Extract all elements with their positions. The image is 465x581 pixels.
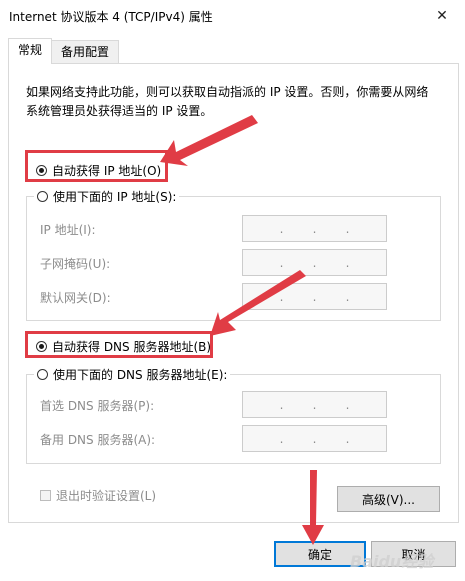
- title-bar: Internet 协议版本 4 (TCP/IPv4) 属性 ✕: [0, 0, 465, 32]
- radio-indicator: [37, 190, 48, 202]
- subnet-mask-label: 子网掩码(U):: [40, 257, 111, 271]
- preferred-dns-label: 首选 DNS 服务器(P):: [40, 399, 155, 413]
- manual-dns-radio[interactable]: 使用下面的 DNS 服务器地址(E):: [34, 364, 231, 384]
- watermark: Baidu经验: [350, 552, 434, 571]
- manual-ip-label: 使用下面的 IP 地址(S):: [53, 189, 177, 204]
- alternate-dns-label: 备用 DNS 服务器(A):: [40, 433, 156, 447]
- close-button[interactable]: ✕: [419, 0, 465, 32]
- manual-ip-radio[interactable]: 使用下面的 IP 地址(S):: [34, 186, 180, 206]
- highlight-auto-dns: [25, 331, 213, 358]
- radio-indicator: [37, 368, 48, 380]
- manual-dns-label: 使用下面的 DNS 服务器地址(E):: [53, 367, 228, 382]
- window-title: Internet 协议版本 4 (TCP/IPv4) 属性: [9, 10, 213, 24]
- advanced-button[interactable]: 高级(V)...: [337, 486, 440, 512]
- preferred-dns-field[interactable]: ...: [242, 391, 387, 418]
- ip-address-field[interactable]: ...: [242, 215, 387, 242]
- default-gateway-label: 默认网关(D):: [40, 291, 111, 305]
- default-gateway-field[interactable]: ...: [242, 283, 387, 310]
- validate-on-exit-checkbox[interactable]: 退出时验证设置(L): [40, 487, 156, 504]
- validate-on-exit-label: 退出时验证设置(L): [56, 489, 157, 503]
- subnet-mask-field[interactable]: ...: [242, 249, 387, 276]
- tab-alternate-configuration[interactable]: 备用配置: [51, 40, 119, 63]
- tab-general[interactable]: 常规: [8, 38, 52, 64]
- highlight-auto-ip: [25, 150, 168, 182]
- checkbox-indicator: [40, 490, 51, 501]
- ip-address-label: IP 地址(I):: [40, 223, 96, 237]
- alternate-dns-field[interactable]: ...: [242, 425, 387, 452]
- close-icon: ✕: [436, 8, 448, 24]
- description-text: 如果网络支持此功能，则可以获取自动指派的 IP 设置。否则，你需要从网络系统管理…: [26, 85, 429, 118]
